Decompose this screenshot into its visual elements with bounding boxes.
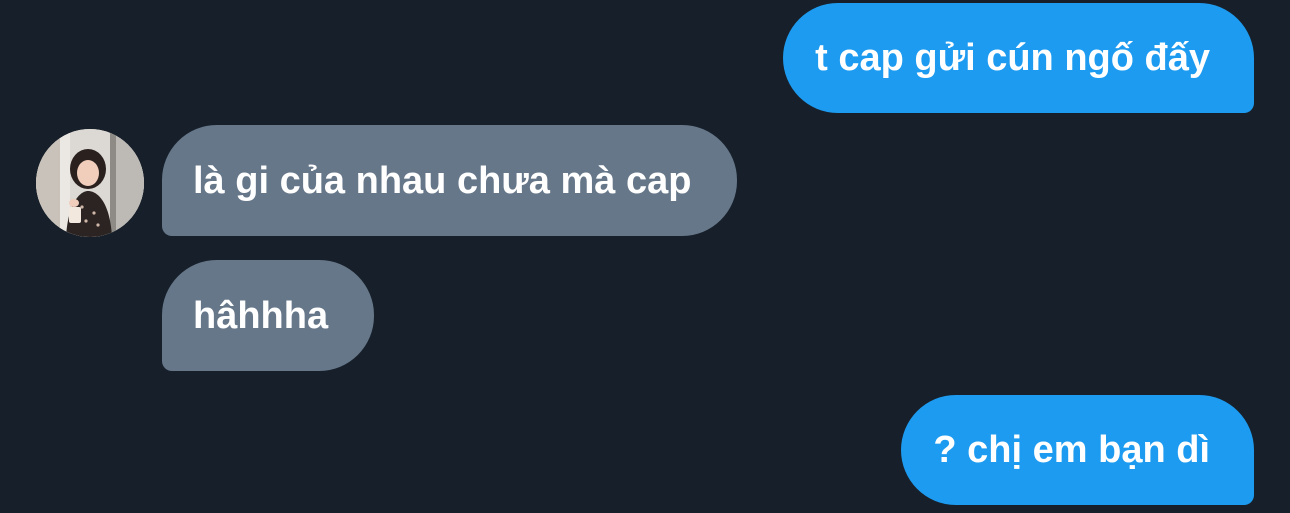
message-text: t cap gửi cún ngố đấy <box>815 37 1210 79</box>
incoming-message-bubble[interactable]: hâhhha <box>162 260 375 371</box>
message-text: là gi của nhau chưa mà cap <box>193 159 692 202</box>
contact-avatar[interactable] <box>36 129 144 237</box>
outgoing-message-bubble[interactable]: t cap gửi cún ngố đấy <box>783 3 1254 113</box>
message-text: ? chị em bạn dì <box>933 429 1210 471</box>
chat-thread: t cap gửi cún ngố đấy là gi của nhau chư… <box>0 0 1290 513</box>
message-text: hâhhha <box>193 294 329 337</box>
outgoing-message-bubble[interactable]: ? chị em bạn dì <box>901 395 1254 505</box>
incoming-message-bubble[interactable]: là gi của nhau chưa mà cap <box>162 125 738 236</box>
avatar-photo-icon <box>36 129 144 237</box>
